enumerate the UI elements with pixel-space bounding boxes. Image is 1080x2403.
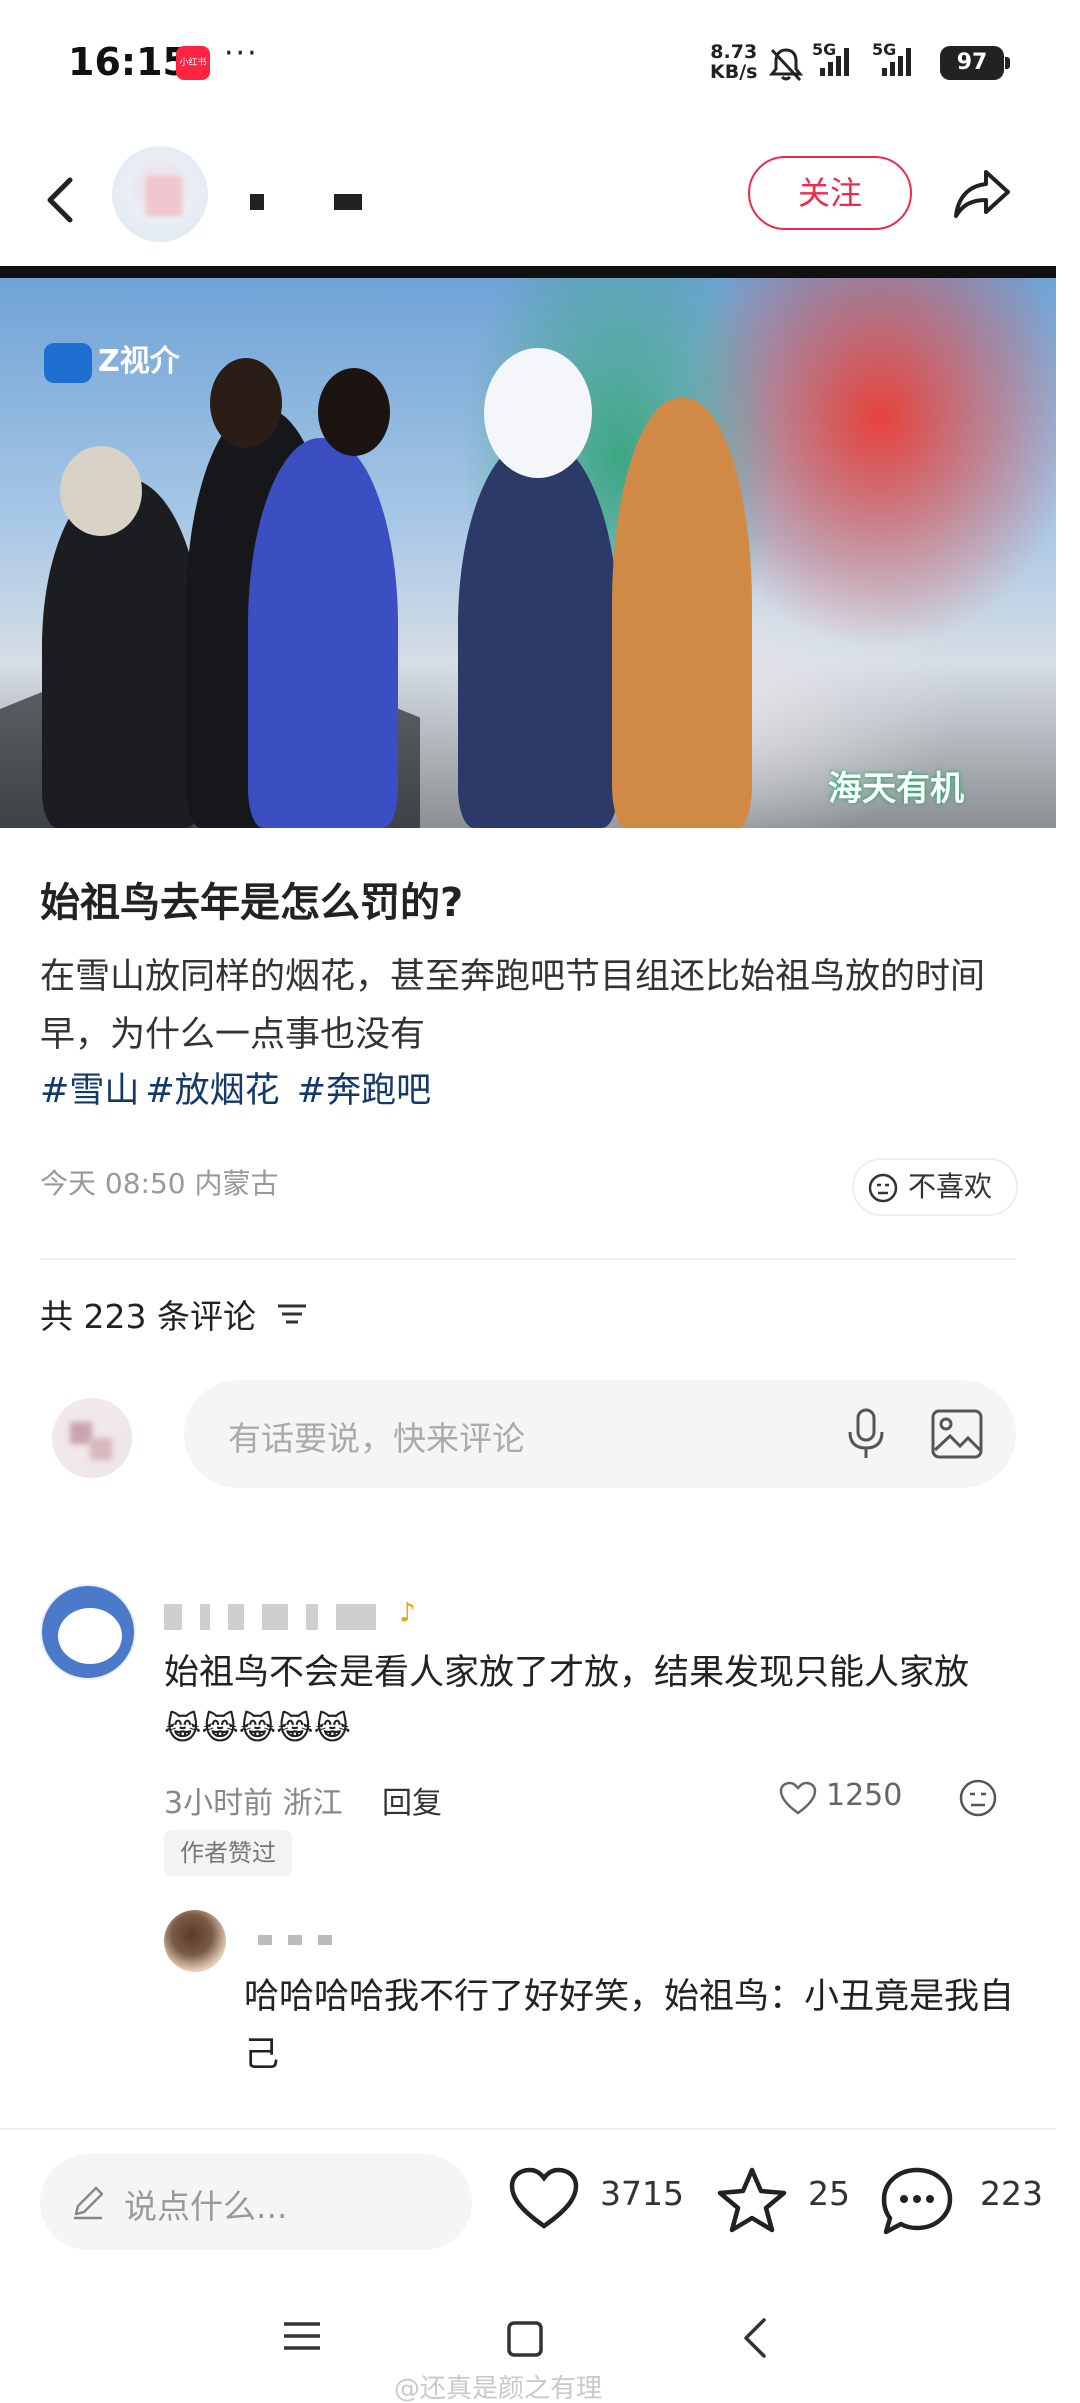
reply-button[interactable]: 回复 (382, 1778, 442, 1822)
frown-face-icon (868, 1173, 898, 1203)
channel-logo: Z视介 (44, 336, 180, 383)
say-something-placeholder: 说点什么... (124, 2187, 288, 2226)
divider (40, 1258, 1016, 1260)
weibo-watermark: @还真是颜之有理 (394, 2374, 603, 2403)
like-heart-icon[interactable] (508, 2166, 580, 2232)
comment-emojis: 😹😹😹😹😹 (164, 1709, 351, 1747)
reply-avatar[interactable] (164, 1910, 226, 1972)
net-speed-value: 8.73 (710, 41, 758, 63)
comments-count: 共 223 条评论 (40, 1297, 256, 1336)
tag-link[interactable]: #雪山 (40, 1071, 139, 1111)
reply-text: 哈哈哈哈我不行了好好笑，始祖鸟：小丑竟是我自己 (244, 1977, 1015, 2075)
comment-like-count: 1250 (826, 1778, 903, 1813)
post-title: 始祖鸟去年是怎么罚的? (40, 880, 464, 926)
microphone-icon[interactable] (844, 1406, 888, 1462)
app-badge-icon: 小红书 (176, 46, 210, 80)
post-header: 关注 (0, 140, 1080, 260)
comment-input-placeholder: 有话要说，快来评论 (228, 1419, 525, 1458)
home-square-icon[interactable] (506, 2320, 544, 2358)
sort-filter-icon[interactable] (276, 1300, 310, 1328)
post-comment-count: 223 (980, 2174, 1043, 2213)
image-picker-icon[interactable] (930, 1408, 984, 1460)
post-collect-count: 25 (808, 2174, 850, 2213)
mute-bell-icon (768, 48, 804, 82)
commenter-name-redacted[interactable]: ♪ (164, 1598, 416, 1630)
status-bar: 16:15 小红书 ··· 8.73 KB/s 5G 5G 97 (0, 0, 1080, 120)
say-something-input[interactable]: 说点什么... (40, 2154, 472, 2250)
commenter-medal-icon: ♪ (399, 1598, 416, 1628)
share-icon[interactable] (950, 164, 1014, 224)
bottom-action-bar: 说点什么... 3715 25 223 (0, 2128, 1056, 2278)
system-nav-bar: @还真是颜之有理 (0, 2280, 1080, 2403)
post-meta: 今天 08:50 内蒙古 (40, 1167, 279, 1200)
dislike-face-icon[interactable] (958, 1778, 998, 1818)
net-speed: 8.73 KB/s (710, 42, 757, 82)
comment-text: 始祖鸟不会是看人家放了才放，结果发现只能人家放 😹😹😹😹😹 (164, 1644, 1044, 1754)
author-avatar[interactable] (112, 146, 208, 242)
pencil-icon (74, 2186, 104, 2220)
reply-name-redacted[interactable] (258, 1930, 348, 1949)
comment-body: 始祖鸟不会是看人家放了才放，结果发现只能人家放 (164, 1653, 970, 1693)
collect-star-icon[interactable] (716, 2166, 788, 2234)
menu-icon[interactable] (282, 2318, 322, 2354)
status-more: ··· (224, 36, 259, 71)
post-body: 在雪山放同样的烟花，甚至奔跑吧节目组还比始祖鸟放的时间早，为什么一点事也没有 (40, 957, 986, 1055)
dislike-button[interactable]: 不喜欢 (852, 1158, 1018, 1216)
post-tags: #雪山 #放烟花 #奔跑吧 (40, 1062, 437, 1113)
comment-input[interactable]: 有话要说，快来评论 (184, 1380, 1016, 1488)
post-like-count: 3715 (600, 2174, 684, 2213)
nav-back-icon[interactable] (740, 2316, 770, 2360)
battery-icon: 97 (940, 46, 1010, 80)
post-image[interactable]: Z视介 海天有机 (0, 266, 1056, 828)
heart-icon[interactable] (778, 1780, 818, 1816)
follow-button[interactable]: 关注 (748, 156, 912, 230)
sponsor-watermark: 海天有机 (828, 769, 964, 809)
tag-link[interactable]: #放烟花 (145, 1071, 279, 1111)
post-image-photo: Z视介 海天有机 (0, 278, 1056, 828)
comment-meta: 3小时前 浙江 (164, 1786, 343, 1821)
comment-bubble-icon[interactable] (880, 2166, 954, 2236)
author-name-redacted[interactable] (250, 194, 432, 214)
channel-logo-text: Z视介 (98, 344, 180, 379)
net-speed-unit: KB/s (710, 61, 758, 83)
dislike-label: 不喜欢 (908, 1170, 993, 1203)
status-time: 16:15 (68, 40, 189, 84)
tag-link[interactable]: #奔跑吧 (297, 1071, 431, 1111)
my-avatar (52, 1398, 132, 1478)
commenter-avatar[interactable] (40, 1584, 136, 1680)
author-liked-badge: 作者赞过 (164, 1830, 292, 1876)
back-arrow-icon[interactable] (36, 170, 86, 230)
